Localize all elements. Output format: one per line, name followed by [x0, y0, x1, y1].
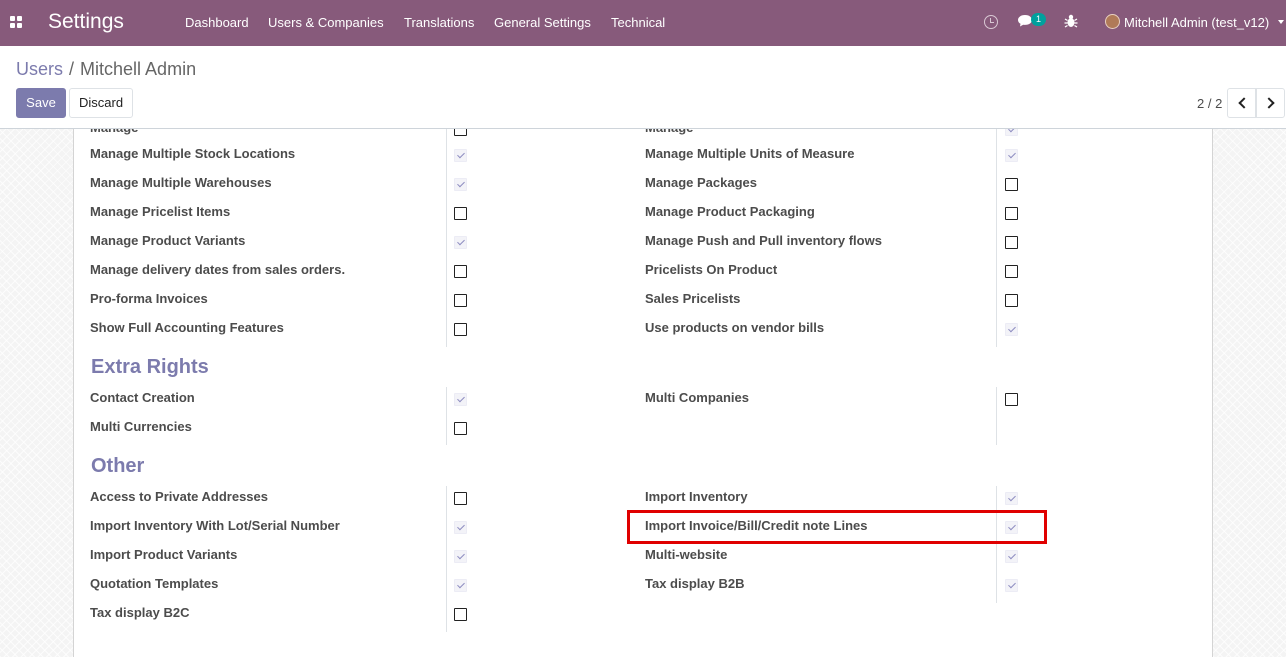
- setting-checkbox[interactable]: [454, 265, 467, 278]
- setting-checkbox[interactable]: [454, 422, 467, 435]
- clipped-row-label-right: Manage: [645, 129, 693, 135]
- menu-technical[interactable]: Technical: [611, 15, 665, 30]
- clipped-row-label-left: Manage: [90, 129, 138, 135]
- chat-badge: 1: [1031, 13, 1046, 26]
- menu-general-settings[interactable]: General Settings: [494, 15, 591, 30]
- setting-label: Manage Multiple Warehouses: [90, 175, 272, 190]
- chevron-right-icon: [1263, 97, 1275, 109]
- setting-label: Tax display B2C: [90, 605, 190, 620]
- app-title: Settings: [48, 10, 124, 33]
- setting-checkbox[interactable]: [1005, 492, 1018, 505]
- setting-label: Pro-forma Invoices: [90, 291, 208, 306]
- setting-label: Manage delivery dates from sales orders.: [90, 262, 346, 277]
- setting-checkbox[interactable]: [1005, 550, 1018, 563]
- setting-checkbox[interactable]: [454, 550, 467, 563]
- setting-checkbox[interactable]: [1005, 393, 1018, 406]
- column-divider: [446, 486, 447, 632]
- pager-value[interactable]: 2 / 2: [1197, 96, 1222, 111]
- section-title-extra-rights: Extra Rights: [91, 356, 209, 378]
- column-divider: [996, 129, 997, 347]
- setting-checkbox[interactable]: [454, 579, 467, 592]
- setting-checkbox[interactable]: [1005, 265, 1018, 278]
- chevron-left-icon: [1238, 97, 1250, 109]
- column-divider: [996, 486, 997, 603]
- discard-button[interactable]: Discard: [69, 88, 133, 118]
- section-title-other: Other: [91, 455, 145, 477]
- setting-checkbox[interactable]: [454, 521, 467, 534]
- control-panel: Users / Mitchell Admin Save Discard 2 / 2: [0, 46, 1286, 129]
- setting-label: Multi Currencies: [90, 419, 192, 434]
- setting-checkbox[interactable]: [1005, 323, 1018, 336]
- setting-checkbox[interactable]: [454, 323, 467, 336]
- menu-users-companies[interactable]: Users & Companies: [268, 15, 384, 30]
- breadcrumb-separator: /: [69, 59, 75, 79]
- bug-icon[interactable]: [1064, 13, 1078, 29]
- setting-checkbox[interactable]: [454, 608, 467, 621]
- setting-label: Import Inventory With Lot/Serial Number: [90, 518, 340, 533]
- apps-icon[interactable]: [10, 16, 22, 28]
- setting-label: Use products on vendor bills: [645, 320, 825, 335]
- setting-label: Multi Companies: [645, 390, 750, 405]
- setting-checkbox[interactable]: [1005, 236, 1018, 249]
- setting-label: Manage Push and Pull inventory flows: [645, 233, 882, 248]
- avatar[interactable]: [1105, 14, 1120, 29]
- breadcrumb-current: Mitchell Admin: [80, 59, 197, 79]
- column-divider: [446, 387, 447, 445]
- setting-label: Manage Multiple Units of Measure: [645, 146, 855, 161]
- menu-translations[interactable]: Translations: [404, 15, 474, 30]
- menu-dashboard[interactable]: Dashboard: [185, 15, 249, 30]
- setting-checkbox[interactable]: [1005, 149, 1018, 162]
- setting-label: Pricelists On Product: [645, 262, 778, 277]
- setting-checkbox[interactable]: [454, 393, 467, 406]
- setting-checkbox[interactable]: [1005, 579, 1018, 592]
- setting-checkbox[interactable]: [454, 149, 467, 162]
- setting-checkbox[interactable]: [454, 207, 467, 220]
- setting-label: Multi-website: [645, 547, 728, 562]
- checkbox[interactable]: [1005, 129, 1018, 136]
- setting-label: Quotation Templates: [90, 576, 219, 591]
- caret-down-icon[interactable]: [1278, 20, 1284, 24]
- setting-checkbox[interactable]: [1005, 207, 1018, 220]
- save-button[interactable]: Save: [16, 88, 66, 118]
- column-divider: [996, 387, 997, 445]
- form-sheet: Manage Manage Manage Multiple Stock Loca…: [73, 129, 1213, 657]
- column-divider: [446, 129, 447, 347]
- setting-label: Import Product Variants: [90, 547, 238, 562]
- breadcrumb: Users / Mitchell Admin: [16, 59, 196, 80]
- setting-checkbox[interactable]: [454, 492, 467, 505]
- checkbox[interactable]: [454, 129, 467, 136]
- pager-next-button[interactable]: [1256, 88, 1285, 118]
- setting-checkbox[interactable]: [1005, 178, 1018, 191]
- setting-label: Access to Private Addresses: [90, 489, 269, 504]
- setting-checkbox[interactable]: [1005, 294, 1018, 307]
- setting-label: Import Inventory: [645, 489, 748, 504]
- top-navbar: Settings Dashboard Users & Companies Tra…: [0, 0, 1286, 46]
- pager-previous-button[interactable]: [1227, 88, 1256, 118]
- setting-label: Manage Product Packaging: [645, 204, 815, 219]
- breadcrumb-users-link[interactable]: Users: [16, 59, 63, 79]
- setting-checkbox[interactable]: [454, 236, 467, 249]
- setting-label: Manage Multiple Stock Locations: [90, 146, 296, 161]
- setting-label: Tax display B2B: [645, 576, 745, 591]
- setting-label: Show Full Accounting Features: [90, 320, 284, 335]
- setting-label: Contact Creation: [90, 390, 195, 405]
- clock-icon[interactable]: [984, 15, 998, 29]
- highlight-annotation-box: [627, 510, 1047, 544]
- setting-label: Manage Product Variants: [90, 233, 246, 248]
- setting-label: Manage Packages: [645, 175, 758, 190]
- setting-label: Manage Pricelist Items: [90, 204, 231, 219]
- setting-checkbox[interactable]: [454, 178, 467, 191]
- user-menu[interactable]: Mitchell Admin (test_v12): [1124, 15, 1269, 30]
- setting-checkbox[interactable]: [454, 294, 467, 307]
- setting-label: Sales Pricelists: [645, 291, 741, 306]
